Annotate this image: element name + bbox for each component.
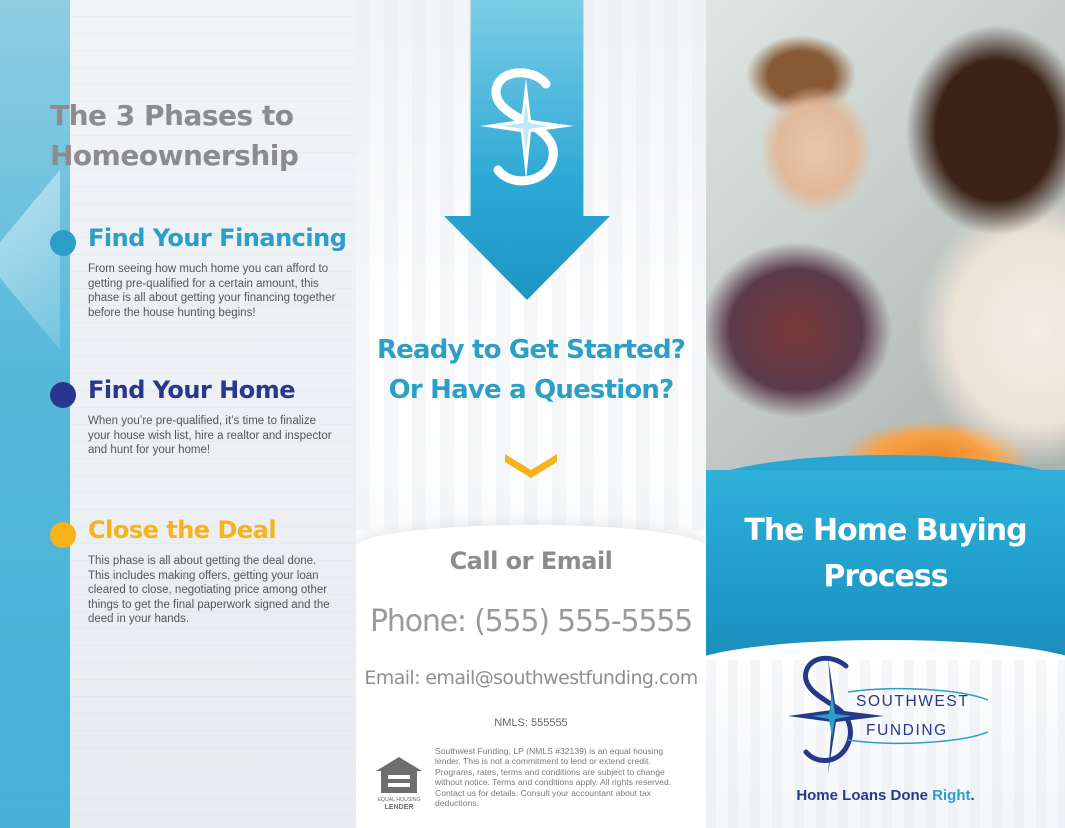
southwest-funding-logo-icon: [788, 655, 988, 774]
nmls-number: NMLS: 555555: [494, 717, 568, 729]
middle-panel: Ready to Get Started? Or Have a Question…: [356, 0, 706, 828]
phase-description: From seeing how much home you can afford…: [88, 263, 336, 319]
phase-description: When you’re pre-qualified, it’s time to …: [88, 415, 332, 457]
phase-dot-icon: [50, 522, 76, 548]
phase-title: Find Your Home: [88, 376, 296, 404]
phases-title: The 3 Phases to Homeownership: [50, 96, 340, 176]
tagline-end: .: [970, 787, 975, 804]
phases-title-line1: The 3 Phases to: [50, 99, 294, 132]
cover-title: The Home Buying Process: [706, 508, 1065, 600]
svg-text:LENDER: LENDER: [385, 804, 414, 811]
cta-headline-line2: Or Have a Question?: [388, 375, 675, 405]
phase-title: Close the Deal: [88, 516, 277, 544]
svg-text:EQUAL HOUSING: EQUAL HOUSING: [377, 797, 420, 803]
cta-headline: Ready to Get Started? Or Have a Question…: [356, 330, 706, 410]
right-panel: The Home Buying Process SOUTHWEST FUNDIN…: [706, 0, 1065, 828]
phase-title: Find Your Financing: [88, 224, 347, 252]
phase-description: This phase is all about getting the deal…: [88, 555, 330, 626]
cover-photo: [706, 0, 1065, 480]
phases-title-line2: Homeownership: [50, 139, 299, 172]
phone-number: Phone: (555) 555-5555: [369, 604, 693, 639]
cover-title-line1: The Home Buying: [744, 513, 1027, 548]
legal-disclaimer: Southwest Funding, LP (NMLS #32139) is a…: [435, 746, 672, 809]
compass-star-logo-icon: [480, 68, 574, 186]
chevron-down-icon: [505, 454, 557, 478]
cover-title-line2: Process: [823, 559, 948, 594]
left-panel: The 3 Phases to Homeownership Find Your …: [0, 0, 356, 828]
equal-housing-lender-icon: EQUAL HOUSING LENDER: [376, 757, 422, 811]
brand-name-line1: SOUTHWEST: [856, 693, 970, 710]
tagline-main: Home Loans Done: [796, 787, 933, 804]
tagline-accent: Right: [932, 787, 971, 804]
contact-heading: Call or Email: [449, 547, 613, 575]
brand-tagline: Home Loans Done Right.: [706, 787, 1065, 804]
phase-dot-icon: [50, 230, 76, 256]
email-address: Email: email@southwestfunding.com: [364, 667, 698, 689]
phase-dot-icon: [50, 382, 76, 408]
cta-headline-line1: Ready to Get Started?: [376, 335, 686, 365]
brand-name-line2: FUNDING: [866, 722, 948, 739]
